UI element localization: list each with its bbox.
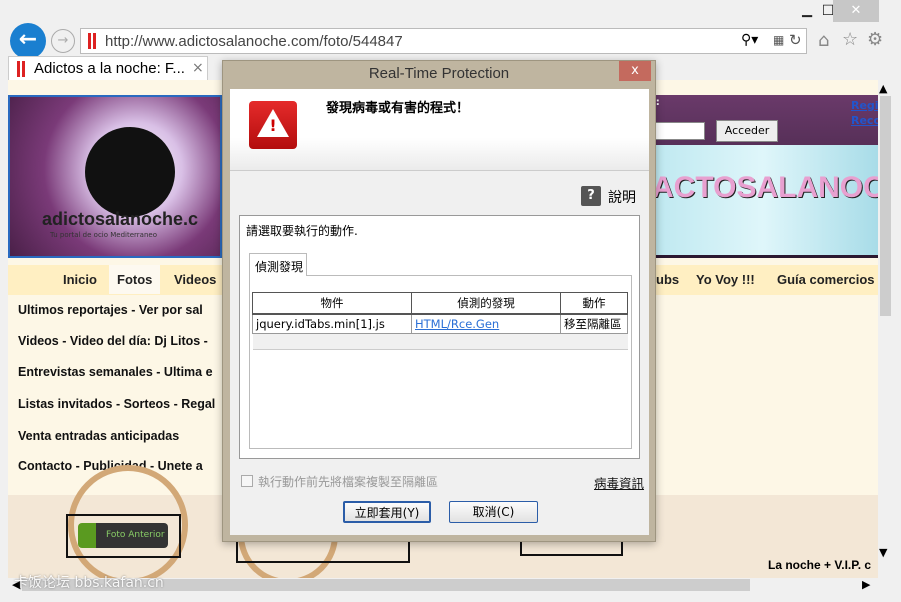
table-row-empty bbox=[252, 333, 628, 350]
menu-line[interactable]: Listas invitados - Sorteos - Regal bbox=[18, 397, 215, 411]
forward-arrow-icon[interactable]: → bbox=[51, 29, 75, 53]
password-input[interactable] bbox=[655, 122, 705, 140]
close-window-button[interactable]: ✕ bbox=[833, 0, 879, 22]
detection-link[interactable]: HTML/Rce.Gen bbox=[415, 317, 499, 331]
settings-gear-icon[interactable]: ⚙ bbox=[867, 29, 883, 50]
nav-yo-voy[interactable]: Yo Voy !!! bbox=[696, 272, 755, 287]
logo-text: adictosalanoche.c bbox=[42, 209, 199, 229]
scroll-up-icon[interactable]: ▲ bbox=[879, 82, 887, 95]
nav-clubs[interactable]: ubs bbox=[656, 272, 679, 287]
column-header-detection[interactable]: 偵測的發現 bbox=[411, 292, 561, 315]
column-header-object[interactable]: 物件 bbox=[252, 292, 412, 315]
tab-close-icon[interactable]: × bbox=[192, 60, 204, 76]
copy-to-quarantine-label: 執行動作前先將檔案複製至隔離區 bbox=[258, 475, 439, 489]
menu-line[interactable]: Venta entradas anticipadas bbox=[18, 429, 179, 443]
warning-icon: ! bbox=[249, 101, 297, 149]
tab-detections[interactable]: 偵測發現 bbox=[249, 253, 307, 276]
footer-text: La noche + V.I.P. c bbox=[768, 558, 872, 572]
search-icon[interactable]: ⚲▾ bbox=[741, 32, 758, 48]
url-text: http://www.adictosalanoche.com/foto/5448… bbox=[105, 33, 403, 50]
tab-favicon-icon bbox=[17, 61, 25, 77]
vertical-scroll-thumb[interactable] bbox=[880, 96, 891, 316]
dialog-header: ! 發現病毒或有害的程式！ bbox=[230, 89, 649, 171]
dialog-title: Real-Time Protection bbox=[368, 65, 510, 82]
menu-line[interactable]: Entrevistas semanales - Ultima e bbox=[18, 365, 213, 379]
action-group: 請選取要執行的動作. 偵測發現 物件 偵測的發現 動作 jquery.idTab… bbox=[239, 215, 640, 459]
column-header-action[interactable]: 動作 bbox=[560, 292, 628, 315]
banner-title-art: ACTOSALANOCHE bbox=[648, 145, 878, 255]
copy-to-quarantine-checkbox[interactable] bbox=[241, 475, 253, 487]
dialog-close-button[interactable]: x bbox=[619, 61, 651, 81]
banner-title: ACTOSALANOCHE bbox=[652, 171, 878, 204]
help-link[interactable]: 說明 bbox=[608, 187, 636, 207]
real-time-protection-dialog: Real-Time Protection x ! 發現病毒或有害的程式！ ? 說… bbox=[222, 60, 656, 542]
table-row[interactable]: jquery.idTabs.min[1].js HTML/Rce.Gen 移至隔… bbox=[252, 313, 628, 334]
acceder-button[interactable]: Acceder bbox=[716, 120, 778, 142]
scroll-right-icon[interactable]: ▶ bbox=[862, 578, 870, 591]
home-icon[interactable]: ⌂ bbox=[818, 30, 829, 51]
cancel-button[interactable]: 取消(C) bbox=[449, 501, 538, 523]
recover-link[interactable]: Reco bbox=[851, 114, 878, 127]
detections-table: 物件 偵測的發現 動作 jquery.idTabs.min[1].js HTML… bbox=[252, 292, 628, 350]
logo-subtitle: Tu portal de ocio Mediterraneo bbox=[50, 231, 157, 239]
owl-mascot-image bbox=[85, 127, 175, 217]
scroll-down-icon[interactable]: ▼ bbox=[879, 546, 887, 559]
back-arrow-icon[interactable]: ← bbox=[10, 23, 46, 59]
dialog-body: ! 發現病毒或有害的程式！ ? 說明 請選取要執行的動作. 偵測發現 物件 偵測… bbox=[230, 89, 649, 535]
instruction-text: 請選取要執行的動作. bbox=[246, 224, 358, 238]
detections-panel: 物件 偵測的發現 動作 jquery.idTabs.min[1].js HTML… bbox=[249, 275, 632, 449]
refresh-icon[interactable]: ↻ bbox=[789, 31, 802, 49]
threat-message: 發現病毒或有害的程式！ bbox=[326, 101, 470, 116]
minimize-button[interactable]: ▁ bbox=[796, 0, 818, 22]
nav-fotos[interactable]: Fotos bbox=[109, 265, 161, 294]
nav-guia-comercios[interactable]: Guía comercios bbox=[777, 272, 875, 287]
object-cell: jquery.idTabs.min[1].js bbox=[252, 313, 412, 334]
register-link[interactable]: Regis bbox=[851, 99, 878, 112]
action-cell[interactable]: 移至隔離區 bbox=[560, 313, 628, 334]
address-bar[interactable]: http://www.adictosalanoche.com/foto/5448… bbox=[80, 28, 807, 54]
site-favicon-icon bbox=[88, 33, 96, 49]
foto-anterior-button[interactable]: Foto Anterior bbox=[66, 514, 181, 558]
foto-anterior-label: Foto Anterior bbox=[78, 523, 168, 548]
menu-line[interactable]: Videos - Video del día: Dj Litos - bbox=[18, 334, 208, 348]
menu-line[interactable]: Ultimos reportajes - Ver por sal bbox=[18, 303, 203, 317]
nav-inicio[interactable]: Inicio bbox=[63, 272, 97, 287]
watermark: 卡饭论坛 bbs.kafan.cn bbox=[14, 575, 164, 591]
browser-tab[interactable]: Adictos a la noche: F... × bbox=[8, 56, 208, 80]
detection-cell[interactable]: HTML/Rce.Gen bbox=[411, 313, 561, 334]
nav-videos[interactable]: Videos bbox=[174, 272, 216, 287]
compat-view-icon[interactable]: ▦ bbox=[773, 33, 784, 47]
virus-info-link[interactable]: 病毒資訊 bbox=[594, 473, 644, 492]
apply-now-button[interactable]: 立即套用(Y) bbox=[343, 501, 431, 523]
site-logo[interactable]: adictosalanoche.c Tu portal de ocio Medi… bbox=[8, 95, 222, 258]
help-icon[interactable]: ? bbox=[581, 186, 601, 206]
tab-title: Adictos a la noche: F... bbox=[34, 60, 185, 77]
favorites-star-icon[interactable]: ☆ bbox=[842, 29, 858, 50]
